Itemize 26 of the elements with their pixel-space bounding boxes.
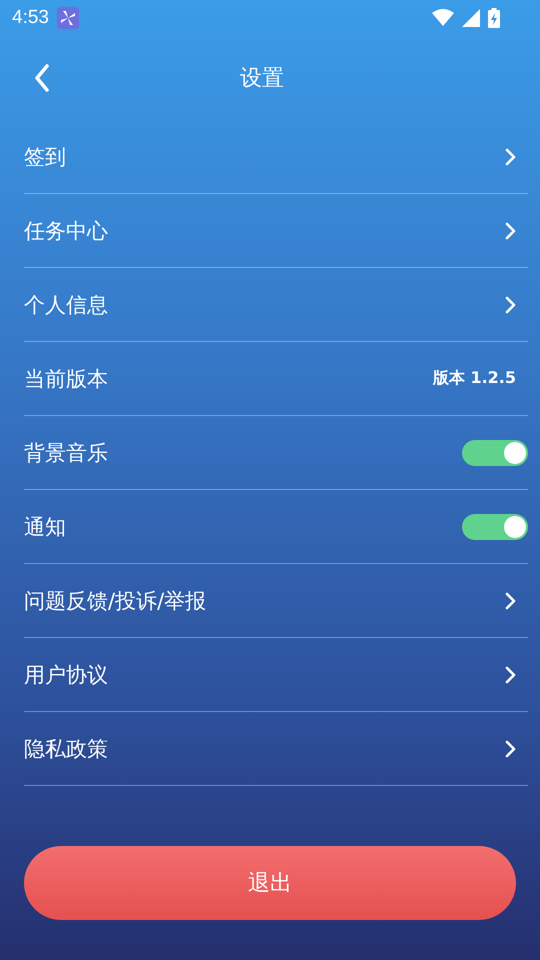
back-icon[interactable] <box>34 64 50 92</box>
chevron-right-icon[interactable] <box>504 740 516 758</box>
toggle-switch[interactable] <box>462 440 528 466</box>
status-time: 4:53 <box>12 7 49 29</box>
chevron-right-icon[interactable] <box>504 666 516 684</box>
setting-label: 签到 <box>24 144 66 170</box>
setting-label: 任务中心 <box>24 218 108 244</box>
setting-label: 通知 <box>24 514 66 540</box>
setting-label: 当前版本 <box>24 366 108 392</box>
chevron-right-icon[interactable] <box>504 592 516 610</box>
chevron-right-icon[interactable] <box>504 148 516 166</box>
setting-label: 背景音乐 <box>24 440 108 466</box>
setting-label: 隐私政策 <box>24 736 108 762</box>
version-text: 版本 1.2.5 <box>432 368 516 389</box>
setting-label: 用户协议 <box>24 662 108 688</box>
page-title: 设置 <box>240 65 284 93</box>
battery-icon <box>488 8 500 28</box>
fan-icon <box>56 7 79 29</box>
setting-label: 个人信息 <box>24 292 108 318</box>
wifi-icon <box>432 9 454 27</box>
chevron-right-icon[interactable] <box>504 296 516 314</box>
logout-button[interactable]: 退出 <box>24 846 516 920</box>
chevron-right-icon[interactable] <box>504 222 516 240</box>
setting-label: 问题反馈/投诉/举报 <box>24 588 206 614</box>
signal-icon <box>462 9 480 27</box>
toggle-switch[interactable] <box>462 514 528 540</box>
